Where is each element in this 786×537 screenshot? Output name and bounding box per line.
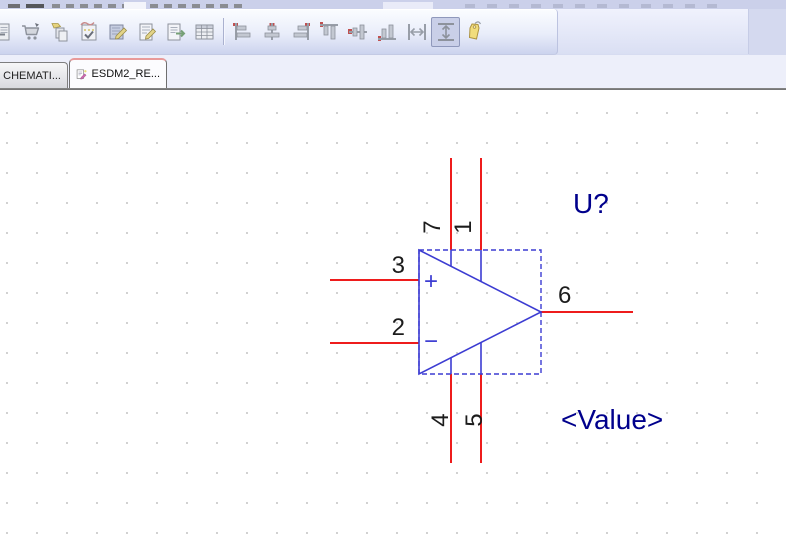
edit-part-button[interactable]: [103, 17, 132, 47]
opamp-symbol-drawing: + − 3 2 7 1 4 5 6 U? <Value>: [0, 90, 786, 537]
export-part-button[interactable]: [161, 17, 190, 47]
pin-number-4[interactable]: 4: [427, 413, 454, 426]
export-part-icon: [164, 20, 188, 44]
notes-check-icon: [77, 20, 101, 44]
part-edit-icon: [76, 67, 88, 82]
schematic-canvas[interactable]: + − 3 2 7 1 4 5 6 U? <Value>: [0, 90, 786, 537]
align-middle-icon: [347, 20, 371, 44]
label-tag-icon: [463, 20, 487, 44]
reference-designator[interactable]: U?: [573, 188, 609, 219]
align-left-icon: [231, 20, 255, 44]
clipped-button-patch: [124, 2, 146, 9]
align-top-icon: [318, 20, 342, 44]
label-tag-button[interactable]: [460, 17, 489, 47]
align-right-button[interactable]: [286, 17, 315, 47]
import-parts-button[interactable]: [0, 17, 16, 47]
value-placeholder[interactable]: <Value>: [561, 404, 663, 435]
import-parts-icon: [0, 20, 14, 44]
align-top-button[interactable]: [315, 17, 344, 47]
part-manager-cart-button[interactable]: [16, 17, 45, 47]
space-horizontally-button[interactable]: [402, 17, 431, 47]
copy-with-label-button[interactable]: [45, 17, 74, 47]
tab-label: ESDM2_RE...: [92, 68, 160, 80]
pin-number-6[interactable]: 6: [558, 282, 571, 309]
edit-part-icon: [106, 20, 130, 44]
align-bottom-button[interactable]: [373, 17, 402, 47]
property-table-button[interactable]: [190, 17, 219, 47]
align-middle-button[interactable]: [344, 17, 373, 47]
align-left-button[interactable]: [228, 17, 257, 47]
pin-number-7[interactable]: 7: [419, 220, 446, 233]
clipped-icon-mark: [8, 4, 20, 8]
noninverting-input-marker: +: [424, 268, 438, 295]
pin-number-3[interactable]: 3: [392, 252, 405, 279]
cart-icon: [19, 20, 43, 44]
table-icon: [193, 20, 217, 44]
clipped-icon-mark: [26, 4, 44, 8]
inverting-input-marker: −: [424, 328, 438, 355]
space-vertically-icon: [434, 20, 458, 44]
space-horizontally-icon: [405, 20, 429, 44]
pin-number-5[interactable]: 5: [461, 413, 488, 426]
clipped-toolbar-row: [0, 0, 786, 9]
pin-number-1[interactable]: 1: [450, 220, 477, 233]
tab-label: CHEMATI...: [3, 70, 61, 82]
edit-properties-button[interactable]: [132, 17, 161, 47]
validate-notes-button[interactable]: [74, 17, 103, 47]
clipped-icon-marks: [465, 4, 717, 8]
edit-properties-icon: [135, 20, 159, 44]
toolbar-chunk: [0, 9, 558, 55]
tab-schematic[interactable]: CHEMATI...: [0, 62, 68, 88]
pin-number-2[interactable]: 2: [392, 314, 405, 341]
align-center-icon: [260, 20, 284, 44]
align-bottom-icon: [376, 20, 400, 44]
toolbar-separator: [223, 18, 224, 45]
tab-esdm2-part[interactable]: ESDM2_RE...: [69, 58, 167, 88]
tab-bar: CHEMATI... ESDM2_RE...: [0, 55, 786, 88]
part-editor-window: { "toolbar": { "buttons": [ {"name": "im…: [0, 0, 786, 537]
toolbar-empty-zone: [558, 9, 749, 54]
clipped-icon-marks: [52, 4, 242, 8]
clipped-button-patch: [383, 2, 433, 9]
copy-label-icon: [48, 20, 72, 44]
toolbar: [0, 9, 786, 55]
align-center-button[interactable]: [257, 17, 286, 47]
align-right-icon: [289, 20, 313, 44]
space-vertically-button[interactable]: [431, 17, 460, 47]
toolbar-empty-zone-right: [749, 9, 786, 55]
